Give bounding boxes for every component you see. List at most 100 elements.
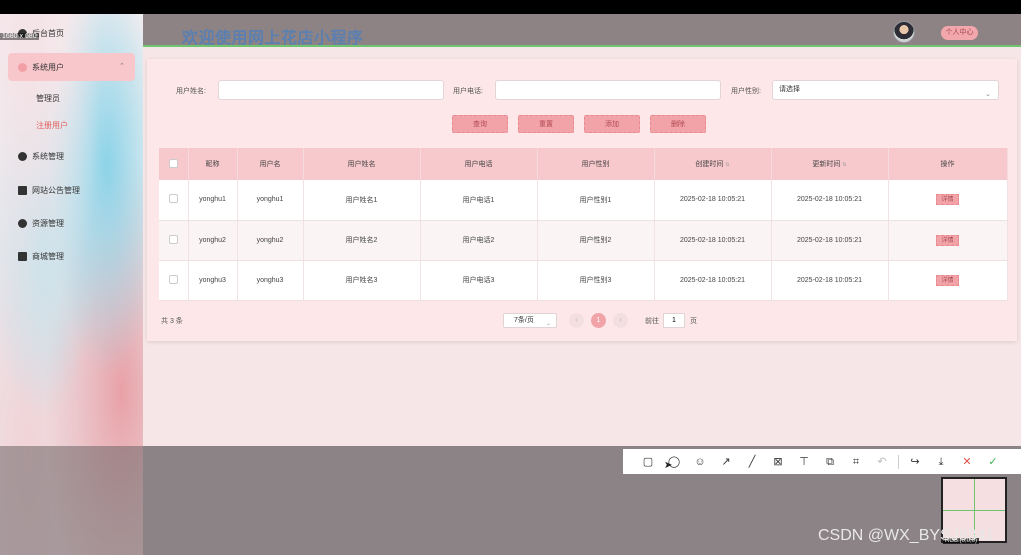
prev-page-button[interactable]: ‹ — [569, 313, 584, 328]
chevron-down-icon: ⌄ — [985, 91, 991, 98]
cell-action: 详情 — [888, 180, 1008, 221]
detail-button[interactable]: 详情 — [936, 234, 959, 246]
table-row: yonghu1 yonghu1 用户姓名1 用户电话1 用户性别1 2025-0… — [159, 180, 1008, 221]
sidebar-item-label: 商城管理 — [32, 251, 64, 261]
sort-icon[interactable]: ⇅ — [842, 162, 846, 168]
cell-gender: 用户性别3 — [537, 260, 655, 301]
copy-icon[interactable]: ⧉ — [817, 453, 843, 471]
overlay-dim — [0, 446, 143, 555]
row-checkbox-cell[interactable] — [159, 260, 189, 301]
page-title: 欢迎使用网上花店小程序 — [182, 30, 364, 47]
detail-button[interactable]: 详情 — [936, 194, 959, 206]
document-icon — [18, 185, 27, 195]
sidebar-subitem-admin[interactable]: 管理员 — [36, 93, 60, 104]
add-button[interactable]: 添加 — [584, 115, 640, 133]
goto-label: 前往 — [645, 318, 659, 325]
sidebar-item-system-management[interactable]: 系统管理 — [8, 142, 135, 170]
gender-filter-select[interactable]: 请选择 ⌄ — [772, 80, 999, 100]
cell-created: 2025-02-18 10:05:21 — [654, 260, 772, 301]
cell-created: 2025-02-18 10:05:21 — [654, 220, 772, 261]
avatar[interactable] — [893, 21, 915, 43]
phone-filter-input[interactable] — [495, 80, 721, 100]
gear-icon — [18, 151, 27, 161]
toolbar-divider — [898, 454, 899, 469]
page-number-current[interactable]: 1 — [591, 313, 606, 328]
cell-updated: 2025-02-18 10:05:21 — [771, 260, 889, 301]
cell-action: 详情 — [888, 260, 1008, 301]
save-icon[interactable]: ⤓ — [928, 453, 954, 471]
delete-button[interactable]: 删除 — [650, 115, 706, 133]
page-size-select[interactable]: 7条/页 ⌄ — [503, 313, 557, 328]
column-header: 用户电话 — [420, 148, 538, 180]
column-header: 昵称 — [188, 148, 238, 180]
query-button[interactable]: 查询 — [452, 115, 508, 133]
cell-realname: 用户姓名3 — [303, 260, 421, 301]
cancel-icon[interactable]: ✕ — [954, 453, 980, 471]
select-all-cell[interactable] — [159, 148, 189, 180]
cell-nickname: yonghu2 — [188, 220, 238, 261]
select-all-checkbox[interactable] — [168, 158, 178, 168]
mosaic-icon[interactable]: ⊠ — [765, 453, 791, 471]
sidebar-item-system-users[interactable]: 系统用户 ⌃ — [8, 53, 135, 81]
goto-unit: 页 — [690, 318, 697, 325]
cell-realname: 用户姓名2 — [303, 220, 421, 261]
share-icon[interactable]: ↪ — [902, 453, 928, 471]
arrow-icon[interactable]: ↗ — [713, 453, 739, 471]
reset-button[interactable]: 重置 — [518, 115, 574, 133]
cell-username: yonghu1 — [237, 180, 304, 221]
name-filter-input[interactable] — [218, 80, 444, 100]
pagination-total: 共 3 条 — [161, 318, 183, 325]
sidebar-subitem-label: 注册用户 — [36, 121, 68, 130]
capture-size-label: 1680 x 680 — [0, 33, 39, 40]
cell-gender: 用户性别2 — [537, 220, 655, 261]
confirm-icon[interactable]: ✓ — [980, 453, 1006, 471]
text-icon[interactable]: ⊤ — [791, 453, 817, 471]
cell-nickname: yonghu3 — [188, 260, 238, 301]
column-header-updated[interactable]: 更新时间 ⇅ — [771, 148, 889, 180]
users-table: 昵称 用户名 用户姓名 用户电话 用户性别 创建时间 ⇅ 更新时间 ⇅ 操作 yon… — [159, 148, 1008, 301]
cell-username: yonghu3 — [237, 260, 304, 301]
column-header-label: 更新时间 — [812, 161, 841, 168]
gender-filter-label: 用户性别: — [731, 88, 761, 95]
user-icon — [18, 62, 27, 72]
column-header-created[interactable]: 创建时间 ⇅ — [654, 148, 772, 180]
cell-nickname: yonghu1 — [188, 180, 238, 221]
column-header: 操作 — [888, 148, 1008, 180]
row-checkbox[interactable] — [168, 194, 178, 204]
column-header-label: 创建时间 — [695, 161, 724, 168]
table-row: yonghu3 yonghu3 用户姓名3 用户电话3 用户性别3 2025-0… — [159, 260, 1008, 301]
column-header: 用户性别 — [537, 148, 655, 180]
mouse-cursor-icon: ➤ — [664, 460, 673, 471]
page-size-value: 7条/页 — [514, 317, 534, 324]
user-center-button[interactable]: 个人中心 — [941, 26, 978, 40]
rectangle-icon[interactable]: ▢ — [635, 453, 661, 471]
goto-page-input[interactable]: 1 — [663, 313, 685, 328]
row-checkbox[interactable] — [168, 274, 178, 284]
row-checkbox-cell[interactable] — [159, 180, 189, 221]
sidebar-subitem-label: 管理员 — [36, 94, 60, 103]
table-header-row: 昵称 用户名 用户姓名 用户电话 用户性别 创建时间 ⇅ 更新时间 ⇅ 操作 — [159, 148, 1008, 180]
cell-phone: 用户电话1 — [420, 180, 538, 221]
ocr-icon[interactable]: ⌗ — [843, 453, 869, 471]
sidebar-item-mall[interactable]: 商城管理 — [8, 242, 135, 270]
sidebar-item-announcements[interactable]: 网站公告管理 — [8, 176, 135, 204]
column-header: 用户姓名 — [303, 148, 421, 180]
sidebar-item-label: 网站公告管理 — [32, 185, 80, 195]
cell-action: 详情 — [888, 220, 1008, 261]
cell-updated: 2025-02-18 10:05:21 — [771, 180, 889, 221]
cell-created: 2025-02-18 10:05:21 — [654, 180, 772, 221]
pen-icon[interactable]: ╱ — [739, 453, 765, 471]
cell-username: yonghu2 — [237, 220, 304, 261]
sort-icon[interactable]: ⇅ — [725, 162, 729, 168]
undo-icon[interactable]: ↶ — [869, 453, 895, 471]
sidebar-item-label: 系统用户 — [32, 62, 64, 72]
row-checkbox-cell[interactable] — [159, 220, 189, 261]
sidebar-item-resources[interactable]: 资源管理 — [8, 209, 135, 237]
screenshot-toolbar: ▢ ◯ ☺ ↗ ╱ ⊠ ⊤ ⧉ ⌗ ↶ ↪ ⤓ ✕ ✓ — [623, 449, 1021, 474]
detail-button[interactable]: 详情 — [936, 274, 959, 286]
chevron-down-icon: ⌄ — [545, 321, 551, 327]
emoji-icon[interactable]: ☺ — [687, 453, 713, 471]
sidebar-subitem-registered-users[interactable]: 注册用户 — [36, 120, 68, 131]
next-page-button[interactable]: › — [613, 313, 628, 328]
row-checkbox[interactable] — [168, 234, 178, 244]
